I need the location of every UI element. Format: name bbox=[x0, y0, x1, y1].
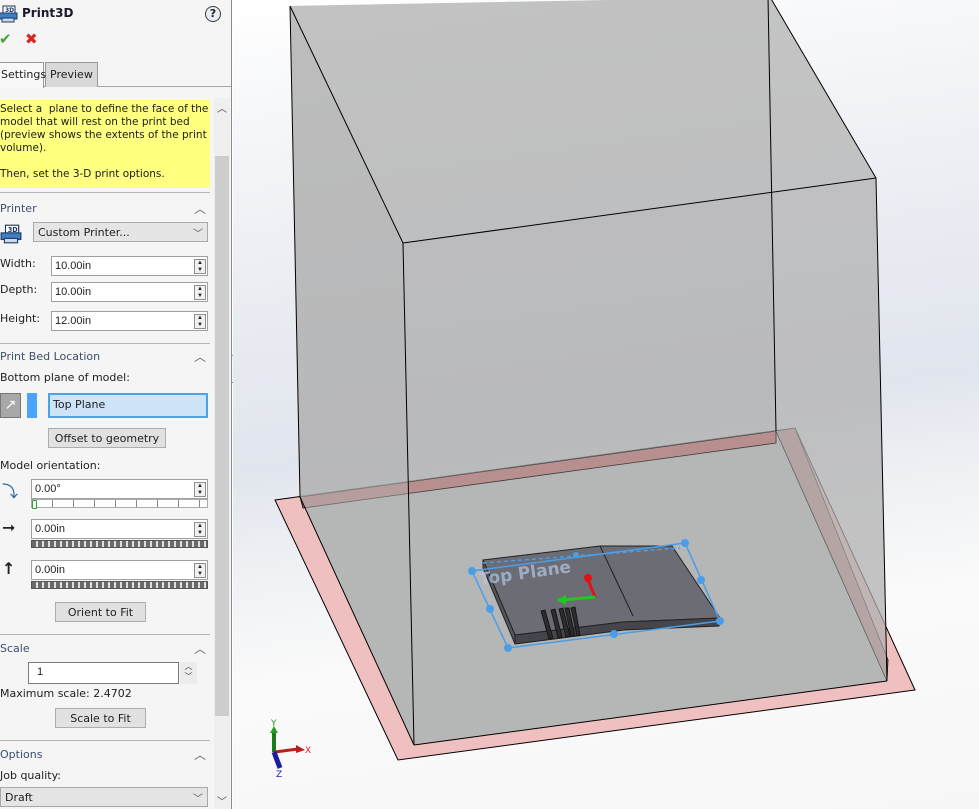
graphics-viewport[interactable]: Top Plane Y X Z bbox=[233, 0, 979, 809]
job-quality-value: Draft bbox=[5, 791, 33, 804]
rotate-icon: ⤵ bbox=[2, 482, 19, 501]
checkmark-icon[interactable]: ✔ bbox=[0, 30, 12, 48]
bottom-plane-label: Bottom plane of model: bbox=[0, 371, 130, 384]
x-offset-thumbwheel[interactable] bbox=[31, 540, 208, 548]
close-icon[interactable]: ✖ bbox=[25, 30, 38, 48]
panel-title: Print3D bbox=[22, 6, 74, 20]
rotation-input[interactable]: 0.00° ▲ ▼ bbox=[31, 479, 208, 499]
spinner-arrows-icon[interactable]: ▲ ▼ bbox=[194, 522, 206, 537]
plane-handle[interactable] bbox=[697, 576, 705, 584]
plane-handle[interactable] bbox=[504, 644, 512, 652]
arrow-right-icon: ➞ bbox=[2, 518, 16, 537]
spinner-arrows-icon[interactable]: ▲ ▼ bbox=[194, 314, 206, 329]
print-bed-section-header[interactable]: Print Bed Location ︿ bbox=[0, 348, 210, 366]
printer-3d-icon: 3D bbox=[0, 5, 18, 23]
selection-color-swatch bbox=[27, 393, 37, 418]
depth-label: Depth: bbox=[0, 283, 38, 296]
printer-select[interactable]: Custom Printer... ﹀ bbox=[33, 222, 208, 242]
tab-settings[interactable]: Settings bbox=[0, 62, 46, 88]
x-offset-value: 0.00in bbox=[35, 523, 65, 535]
spinner-arrows-icon[interactable]: ▲ ▼ bbox=[194, 285, 206, 300]
rotation-value: 0.00° bbox=[35, 483, 61, 495]
divider bbox=[0, 634, 210, 635]
reference-triad: Y X Z bbox=[270, 719, 311, 780]
print-volume-front-wall bbox=[403, 178, 887, 745]
chevron-up-icon[interactable]: ︿ bbox=[194, 200, 206, 217]
divider bbox=[0, 192, 210, 193]
triad-z-label: Z bbox=[276, 770, 282, 780]
width-value: 10.00in bbox=[55, 260, 92, 272]
instruction-message: Select a plane to define the face of the… bbox=[0, 100, 210, 188]
plane-handle[interactable] bbox=[468, 567, 476, 575]
job-quality-select[interactable]: Draft ﹀ bbox=[0, 787, 208, 807]
offset-to-geometry-button[interactable]: Offset to geometry bbox=[48, 428, 166, 448]
height-value: 12.00in bbox=[55, 315, 92, 327]
height-input[interactable]: 12.00in ▲ ▼ bbox=[51, 311, 208, 331]
plane-handle[interactable] bbox=[610, 630, 618, 638]
help-icon[interactable]: ? bbox=[205, 6, 221, 22]
scene-svg[interactable]: Top Plane Y X Z bbox=[233, 0, 979, 809]
options-section-title: Options bbox=[0, 748, 43, 761]
print-bed-section-title: Print Bed Location bbox=[0, 350, 101, 363]
chevron-up-icon[interactable]: ︿ bbox=[194, 746, 206, 763]
printer-icon: 3D bbox=[0, 224, 22, 244]
y-offset-value: 0.00in bbox=[35, 564, 65, 576]
scale-section-header[interactable]: Scale ︿ bbox=[0, 640, 210, 658]
scroll-up-icon[interactable]: ︿ bbox=[214, 100, 230, 115]
divider bbox=[0, 740, 210, 741]
scale-section-title: Scale bbox=[0, 642, 30, 655]
options-section-header[interactable]: Options ︿ bbox=[0, 746, 210, 764]
triad-y-label: Y bbox=[270, 719, 277, 729]
triad-x-label: X bbox=[305, 746, 311, 756]
height-label: Height: bbox=[0, 312, 41, 325]
spinner-arrows-icon[interactable]: ▲ ▼ bbox=[194, 259, 206, 274]
depth-input[interactable]: 10.00in ▲ ▼ bbox=[51, 282, 208, 302]
plane-handle[interactable] bbox=[486, 605, 494, 613]
origin-axis-y-tip bbox=[584, 574, 592, 582]
plane-handle[interactable] bbox=[573, 552, 579, 558]
tab-preview[interactable]: Preview bbox=[45, 62, 98, 87]
width-input[interactable]: 10.00in ▲ ▼ bbox=[51, 256, 208, 276]
chevron-down-icon: ﹀ bbox=[193, 229, 203, 240]
scale-spinner-icon[interactable]: ︿ ﹀ bbox=[180, 662, 197, 684]
bottom-plane-selection-box[interactable]: Top Plane bbox=[48, 393, 208, 418]
arrow-up-icon: ↑ bbox=[2, 559, 16, 578]
plane-handle[interactable] bbox=[716, 617, 724, 625]
width-label: Width: bbox=[0, 257, 36, 270]
plane-handle[interactable] bbox=[681, 539, 689, 547]
chevron-up-icon[interactable]: ︿ bbox=[194, 640, 206, 657]
job-quality-label: Job quality: bbox=[0, 769, 61, 782]
tab-bar: Preview Settings bbox=[0, 62, 231, 88]
printer-select-value: Custom Printer... bbox=[38, 226, 130, 239]
rotation-slider-handle[interactable] bbox=[32, 500, 37, 509]
model-orientation-label: Model orientation: bbox=[0, 459, 101, 472]
chevron-up-icon[interactable]: ︿ bbox=[194, 348, 206, 365]
property-manager: 3D Print3D ? ✔ ✖ Preview Settings ︿ ﹀ Se… bbox=[0, 0, 232, 809]
scale-to-fit-button[interactable]: Scale to Fit bbox=[55, 708, 146, 728]
y-offset-input[interactable]: 0.00in ▲ ▼ bbox=[31, 560, 208, 580]
panel-title-bar: 3D Print3D ? bbox=[0, 2, 231, 24]
spinner-arrows-icon[interactable]: ▲ ▼ bbox=[194, 563, 206, 578]
orient-to-fit-button[interactable]: Orient to Fit bbox=[55, 602, 146, 622]
printer-section-header[interactable]: Printer ︿ bbox=[0, 200, 210, 218]
divider bbox=[0, 343, 210, 344]
panel-scrollbar[interactable]: ︿ ﹀ bbox=[214, 98, 230, 809]
chevron-down-icon: ﹀ bbox=[193, 794, 203, 805]
scroll-thumb[interactable] bbox=[215, 156, 229, 716]
spinner-arrows-icon[interactable]: ▲ ▼ bbox=[194, 482, 206, 497]
max-scale-text: Maximum scale: 2.4702 bbox=[0, 687, 132, 700]
printer-section-title: Printer bbox=[0, 202, 37, 215]
y-offset-thumbwheel[interactable] bbox=[31, 581, 208, 589]
scale-input[interactable]: 1 bbox=[28, 662, 179, 684]
x-offset-input[interactable]: 0.00in ▲ ▼ bbox=[31, 519, 208, 539]
scroll-down-icon[interactable]: ﹀ bbox=[214, 793, 230, 808]
rotation-slider[interactable] bbox=[31, 499, 208, 508]
face-selection-icon[interactable]: ↗ bbox=[0, 393, 21, 418]
depth-value: 10.00in bbox=[55, 286, 92, 298]
